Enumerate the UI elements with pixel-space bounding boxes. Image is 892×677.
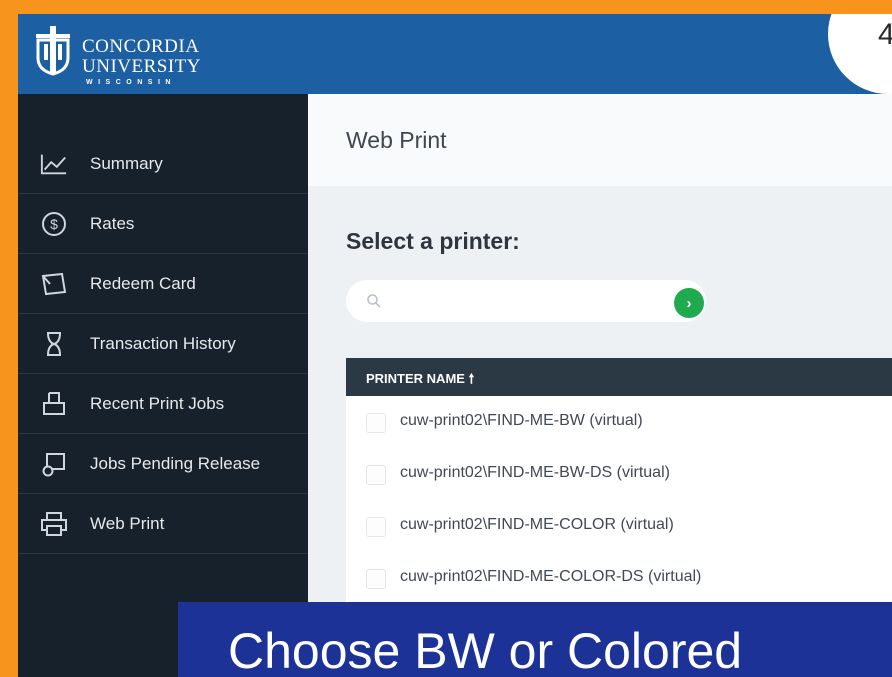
top-bar: CONCORDIA UNIVERSITY WISCONSIN 4 [18, 14, 892, 94]
tray-icon [40, 390, 68, 418]
printer-table-header[interactable]: PRINTER NAME 🠕 [346, 358, 892, 396]
caption-text: Choose BW or Colored [228, 623, 743, 677]
select-printer-heading: Select a printer: [346, 228, 520, 254]
page-title: Web Print [346, 127, 447, 153]
step-number: 4 [878, 18, 892, 51]
sidebar-item-recent-print-jobs[interactable]: Recent Print Jobs [18, 374, 308, 434]
sidebar-item-label: Recent Print Jobs [90, 393, 225, 413]
printer-search-input[interactable] [346, 280, 706, 322]
sidebar-item-summary[interactable]: Summary [18, 134, 308, 194]
chart-line-icon [40, 150, 68, 178]
printer-name-column-header[interactable]: PRINTER NAME 🠕 [366, 370, 474, 392]
hourglass-icon [40, 330, 68, 358]
app-window: CONCORDIA UNIVERSITY WISCONSIN 4 Summary… [18, 14, 892, 677]
university-logo[interactable]: CONCORDIA UNIVERSITY WISCONSIN [30, 22, 230, 86]
table-row[interactable]: cuw-print02\FIND-ME-BW (virtual) [346, 396, 892, 448]
dollar-circle-icon: $ [40, 210, 68, 238]
sidebar-item-jobs-pending-release[interactable]: Jobs Pending Release [18, 434, 308, 494]
row-checkbox[interactable] [366, 465, 386, 485]
sort-ascending-icon: 🠕 [468, 371, 475, 386]
column-header-label: PRINTER NAME [366, 371, 465, 386]
sidebar-item-label: Jobs Pending Release [90, 453, 261, 473]
printer-name: cuw-print02\FIND-ME-COLOR (virtual) [400, 516, 674, 533]
table-row[interactable]: cuw-print02\FIND-ME-BW-DS (virtual) [346, 448, 892, 500]
row-checkbox[interactable] [366, 569, 386, 589]
sidebar-item-rates[interactable]: $ Rates [18, 194, 308, 254]
table-row[interactable]: cuw-print02\FIND-ME-COLOR (virtual) [346, 500, 892, 552]
sidebar-item-transaction-history[interactable]: Transaction History [18, 314, 308, 374]
printer-icon [40, 510, 68, 538]
brand-line-2: UNIVERSITY [82, 56, 201, 77]
card-icon [40, 270, 68, 298]
sidebar-item-redeem-card[interactable]: Redeem Card [18, 254, 308, 314]
printer-name: cuw-print02\FIND-ME-BW (virtual) [400, 412, 643, 429]
sidebar-item-web-print[interactable]: Web Print [18, 494, 308, 554]
instruction-caption: Choose BW or Colored [178, 602, 892, 677]
search-icon [367, 294, 381, 308]
sidebar-item-label: Redeem Card [90, 273, 196, 293]
page-header: Web Print [308, 94, 892, 186]
search-go-button[interactable]: › [674, 288, 704, 318]
pending-release-icon [40, 450, 68, 478]
sidebar-item-label: Transaction History [90, 333, 236, 353]
svg-text:$: $ [50, 216, 58, 232]
brand-line-3: WISCONSIN [86, 79, 176, 86]
sidebar: Summary $ Rates Redeem Card Transaction … [18, 94, 308, 677]
sidebar-item-label: Rates [90, 213, 135, 233]
row-checkbox[interactable] [366, 517, 386, 537]
sidebar-item-label: Web Print [90, 513, 165, 533]
crest-icon [36, 26, 70, 76]
brand-line-1: CONCORDIA [82, 36, 200, 57]
table-row[interactable]: cuw-print02\FIND-ME-COLOR-DS (virtual) [346, 552, 892, 604]
sidebar-item-label: Summary [90, 153, 163, 173]
row-checkbox[interactable] [366, 413, 386, 433]
main-content: Web Print Select a printer: › PRINTER NA… [308, 94, 892, 677]
printer-name: cuw-print02\FIND-ME-BW-DS (virtual) [400, 464, 670, 481]
step-badge: 4 [828, 14, 892, 94]
printer-name: cuw-print02\FIND-ME-COLOR-DS (virtual) [400, 568, 702, 585]
